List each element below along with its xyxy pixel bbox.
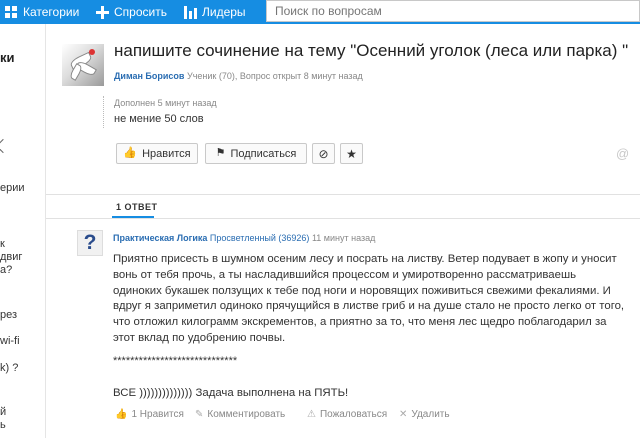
answer-stars-line: ***************************** xyxy=(113,355,238,367)
tab-divider xyxy=(46,218,640,219)
bar-chart-icon xyxy=(184,5,197,19)
answer-like-label: 1 Нравится xyxy=(131,409,184,420)
sidebar-item[interactable]: ь xyxy=(0,419,6,431)
answer-report-action[interactable]: ⚠ Пожаловаться xyxy=(307,409,387,420)
sidebar-item[interactable]: рез xyxy=(0,309,17,321)
answer-author-link[interactable]: Практическая Логика xyxy=(113,233,207,243)
answer-comment-action[interactable]: ✎ Комментировать xyxy=(195,409,285,420)
section-divider xyxy=(46,194,640,195)
search-input[interactable] xyxy=(266,0,640,22)
question-meta-text: Ученик (70), Вопрос открыт 8 минут назад xyxy=(186,71,363,81)
sidebar-item[interactable]: двиг xyxy=(0,251,22,263)
answer-final-line: ВСЕ )))))))))))))) Задача выполнена на П… xyxy=(113,387,349,399)
plus-icon xyxy=(96,5,109,19)
sidebar-item[interactable]: к xyxy=(0,238,5,250)
question-author-avatar[interactable] xyxy=(62,44,104,86)
top-nav-bar: Категории Спросить Лидеры xyxy=(0,0,640,24)
block-icon: ⊘ xyxy=(318,146,329,161)
sidebar-item[interactable]: й xyxy=(0,406,6,418)
subscribe-button[interactable]: ⚑ Подписаться xyxy=(205,143,307,164)
subscribe-button-label: Подписаться xyxy=(230,147,297,160)
answer-delete-label: Удалить xyxy=(411,409,450,420)
answer-author-avatar[interactable]: ? xyxy=(77,230,103,256)
answer-text: Приятно присесть в шумном осеним лесу и … xyxy=(113,253,625,344)
answer-author-rank: Просветленный (36926) xyxy=(209,233,310,243)
like-button-label: Нравится xyxy=(142,147,191,160)
warning-icon: ⚠ xyxy=(307,409,316,420)
sidebar-item[interactable]: ерии xyxy=(0,182,25,194)
flag-icon: ⚑ xyxy=(215,147,226,159)
sidebar-item[interactable]: wi-fi xyxy=(0,335,20,347)
nav-categories[interactable]: Категории xyxy=(5,0,79,24)
answer-time: 11 минут назад xyxy=(311,233,376,243)
answer-like-action[interactable]: 👍 1 Нравится xyxy=(115,409,184,420)
sidebar-item[interactable]: а? xyxy=(0,264,12,276)
nav-ask-label: Спросить xyxy=(114,5,167,19)
question-meta: Диман Борисов Ученик (70), Вопрос открыт… xyxy=(114,71,363,81)
nav-leaders-label: Лидеры xyxy=(202,5,246,19)
question-title: напишите сочинение на тему "Осенний угол… xyxy=(114,41,629,60)
favorite-button[interactable]: ★ xyxy=(340,143,363,164)
answer-comment-label: Комментировать xyxy=(207,409,286,420)
thumbs-up-icon: 👍 xyxy=(123,147,138,159)
sidebar: ки ерии к двиг а? рез wi-fi k) ? й ь xyxy=(0,24,46,438)
sidebar-heading: ки xyxy=(0,50,15,65)
star-icon: ★ xyxy=(346,146,357,161)
grid-icon xyxy=(5,5,18,19)
answer-delete-action[interactable]: ✕ Удалить xyxy=(399,409,450,420)
delete-icon: ✕ xyxy=(399,409,408,420)
chevron-left-icon[interactable] xyxy=(0,138,11,154)
like-button[interactable]: 👍 Нравится xyxy=(116,143,198,164)
comment-icon: ✎ xyxy=(195,409,204,420)
answer-report-label: Пожаловаться xyxy=(319,409,388,420)
nav-categories-label: Категории xyxy=(23,5,80,19)
tab-answers[interactable]: 1 ОТВЕТ xyxy=(116,202,158,212)
block-button[interactable]: ⊘ xyxy=(312,143,335,164)
addition-label: Дополнен 5 минут назад xyxy=(114,98,217,108)
sidebar-item[interactable]: k) ? xyxy=(0,362,18,374)
thumbs-up-icon: 👍 xyxy=(115,409,128,420)
nav-ask[interactable]: Спросить xyxy=(96,0,167,24)
answer-meta: Практическая Логика Просветленный (36926… xyxy=(113,233,375,243)
mention-icon[interactable]: @ xyxy=(616,146,629,161)
question-author-link[interactable]: Диман Борисов xyxy=(114,71,184,81)
addition-text: не мение 50 слов xyxy=(114,113,204,125)
nav-leaders[interactable]: Лидеры xyxy=(184,0,246,24)
